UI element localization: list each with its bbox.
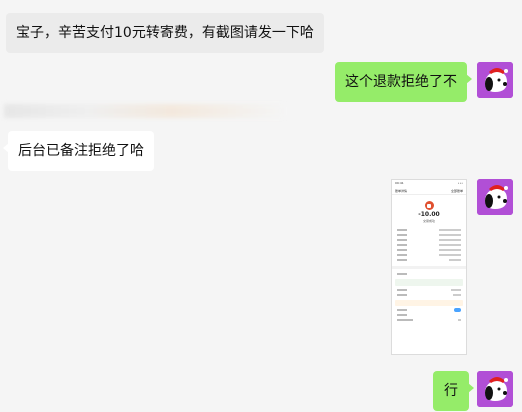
avatar[interactable] [477,62,513,98]
screenshot-title: 账单详情 [395,188,408,193]
dog-avatar-icon [477,179,513,215]
screenshot-amount: -10.00 [418,211,440,218]
dog-avatar-icon [477,371,513,407]
status-signal: ••• [457,181,463,185]
avatar[interactable] [477,371,513,407]
shared-screenshot-image[interactable]: 09:41 ••• 账单详情 全部账单 -10.00 交易成功 [391,179,467,355]
toggle-icon [454,308,461,312]
merchant-icon [424,201,434,210]
screenshot-link: 全部账单 [450,188,463,193]
status-time: 09:41 [395,181,404,185]
message-bubble-incoming[interactable]: 后台已备注拒绝了哈 [3,131,154,171]
blurred-sender-name [4,104,284,118]
message-bubble-outgoing[interactable]: 这个退款拒绝了不 [335,62,472,102]
screenshot-warning [395,300,463,306]
screenshot-status-bar: 09:41 ••• [392,180,466,187]
dog-avatar-icon [477,62,513,98]
screenshot-tip [395,279,463,286]
message-bubble-outgoing[interactable]: 行 [433,371,474,411]
avatar[interactable] [477,179,513,215]
screenshot-header: 账单详情 全部账单 [392,187,466,195]
message-bubble-incoming[interactable]: 宝子，辛苦支付10元转寄费，有截图请发一下哈 [6,13,324,53]
